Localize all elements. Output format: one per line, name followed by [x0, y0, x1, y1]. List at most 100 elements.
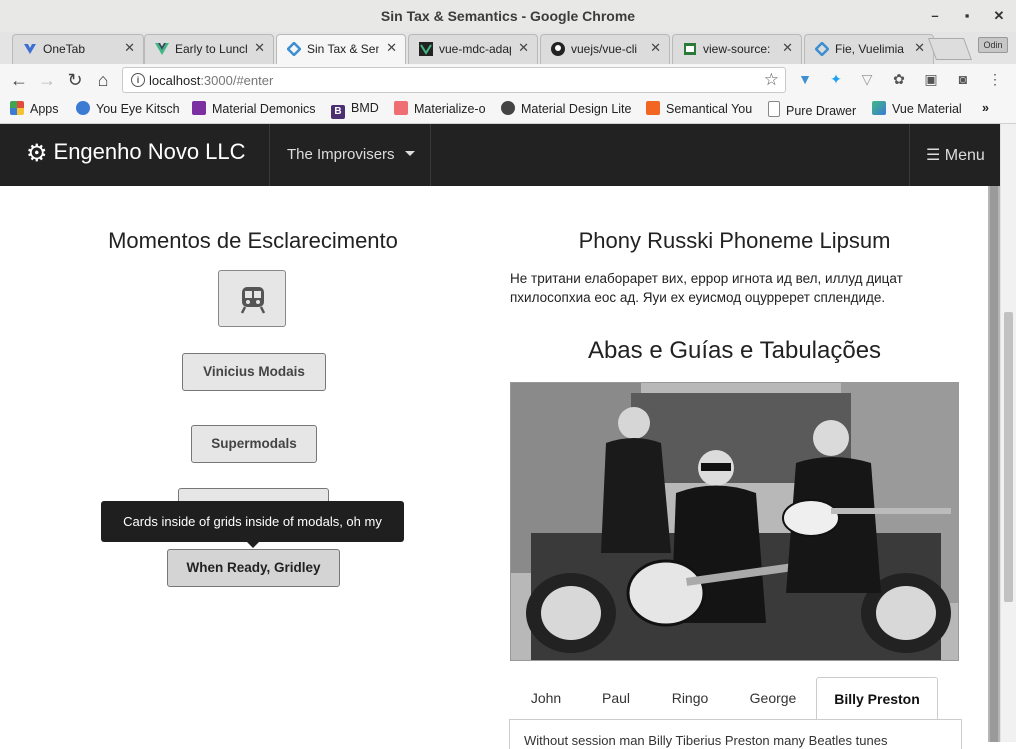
- menu-button[interactable]: ☰ Menu: [926, 145, 985, 165]
- close-tab-icon[interactable]: ✕: [650, 40, 661, 56]
- tab-john[interactable]: John: [510, 677, 582, 719]
- bookmark-label: Material Demonics: [212, 102, 316, 116]
- bookmark-label: You Eye Kitsch: [96, 102, 180, 116]
- forward-arrow-icon[interactable]: →: [36, 70, 58, 90]
- tab-ringo[interactable]: Ringo: [652, 677, 728, 719]
- bookmark-label: Vue Material: [892, 102, 962, 116]
- tabs-heading: Abas e Guías e Tabulações: [587, 337, 882, 364]
- close-tab-icon[interactable]: ✕: [386, 40, 397, 56]
- tab-paul[interactable]: Paul: [582, 677, 650, 719]
- page-icon: [683, 42, 697, 56]
- new-tab-button[interactable]: [927, 38, 973, 60]
- bookmark-label: Pure Drawer: [786, 104, 857, 118]
- browser-tab[interactable]: OneTab ✕: [12, 34, 144, 64]
- dropdown-label: The Improvisers: [287, 146, 395, 163]
- semantic-ui-icon: [646, 101, 660, 115]
- when-ready-gridley-button[interactable]: When Ready, Gridley: [167, 549, 340, 587]
- tab-label: vuejs/vue-cli: [571, 42, 638, 56]
- window-titlebar: Sin Tax & Semantics - Google Chrome – ▪ …: [0, 0, 1016, 33]
- brand[interactable]: ⚙ Engenho Novo LLC: [26, 139, 246, 168]
- nav-divider: [909, 124, 910, 186]
- bookmark-item[interactable]: Pure Drawer: [768, 101, 856, 118]
- browser-tab[interactable]: Fie, Vuelimia ✕: [804, 34, 934, 64]
- member-tabs: John Paul Ringo George Billy Preston: [510, 677, 962, 719]
- reload-icon[interactable]: ↻: [64, 70, 86, 90]
- vue-icon: [155, 42, 169, 56]
- profile-badge[interactable]: Odin: [978, 37, 1008, 53]
- bookmark-apps[interactable]: Apps: [10, 101, 59, 116]
- nav-dropdown[interactable]: The Improvisers: [287, 146, 415, 163]
- tab-panel: Without session man Billy Tiberius Prest…: [509, 719, 962, 749]
- bookmark-item[interactable]: Materialize-o: [394, 101, 486, 116]
- browser-tab[interactable]: vuejs/vue-cli ✕: [540, 34, 670, 64]
- apps-grid-icon: [10, 101, 24, 115]
- brand-name: Engenho Novo LLC: [53, 139, 246, 164]
- bookmark-item[interactable]: B BMD: [331, 101, 379, 119]
- home-icon[interactable]: ⌂: [92, 70, 114, 90]
- back-arrow-icon[interactable]: ←: [8, 70, 30, 90]
- twitter-icon[interactable]: ✦: [827, 70, 845, 88]
- address-bar[interactable]: i localhost:3000/#enter ☆: [122, 67, 786, 93]
- bookmark-item[interactable]: You Eye Kitsch: [76, 101, 180, 116]
- vue-diamond-icon: [286, 41, 302, 57]
- browser-toolbar: ← → ↻ ⌂ i localhost:3000/#enter ☆ ▼ ✦ ▽ …: [0, 64, 1016, 96]
- address-url: localhost:3000/#enter: [149, 73, 273, 88]
- gears-icon: ⚙: [26, 140, 48, 167]
- train-icon: [240, 287, 266, 314]
- tab-panel-text: Without session man Billy Tiberius Prest…: [524, 733, 888, 748]
- browser-tab[interactable]: view-source: ✕: [672, 34, 802, 64]
- browser-tab[interactable]: vue-mdc-adapter ✕: [408, 34, 538, 64]
- chrome-menu-icon[interactable]: ⋮: [986, 70, 1004, 88]
- hamburger-icon: ☰: [926, 147, 941, 164]
- nav-divider: [269, 124, 270, 186]
- vuetify-icon[interactable]: ▽: [858, 70, 876, 88]
- screenshot-icon[interactable]: ▣: [922, 70, 940, 88]
- close-tab-icon[interactable]: ✕: [782, 40, 793, 56]
- mdl-icon: [501, 101, 515, 115]
- left-heading: Momentos de Esclarecimento: [108, 228, 398, 253]
- bookmark-item[interactable]: Semantical You: [646, 101, 752, 116]
- bookmark-item[interactable]: Vue Material: [872, 101, 962, 116]
- palette-icon[interactable]: ✿: [890, 70, 908, 88]
- menu-label: Menu: [944, 147, 985, 164]
- close-tab-icon[interactable]: ✕: [518, 40, 529, 56]
- bookmark-item[interactable]: Material Design Lite: [501, 101, 631, 116]
- close-tab-icon[interactable]: ✕: [914, 40, 925, 56]
- address-path: :3000/#enter: [200, 73, 274, 88]
- tooltip-arrow: [247, 542, 259, 548]
- extension-icon[interactable]: ◙: [954, 70, 972, 88]
- bookmark-star-icon[interactable]: ☆: [764, 70, 779, 90]
- bookmarks-bar: Apps You Eye Kitsch Material Demonics BB…: [0, 96, 1016, 124]
- band-photo-image: [511, 383, 958, 660]
- close-tab-icon[interactable]: ✕: [254, 40, 265, 56]
- close-tab-icon[interactable]: ✕: [124, 40, 135, 56]
- scrollbar[interactable]: [1000, 124, 1016, 742]
- vinicius-modais-button[interactable]: Vinicius Modais: [182, 353, 326, 391]
- tab-billy-preston[interactable]: Billy Preston: [816, 677, 938, 719]
- info-icon[interactable]: i: [131, 73, 145, 87]
- browser-tab-active[interactable]: Sin Tax & Semantics ✕: [276, 34, 406, 64]
- tab-label: Fie, Vuelimia: [835, 42, 904, 56]
- vue-diamond-icon: [814, 41, 830, 57]
- onetab-icon: [23, 42, 37, 56]
- tab-label: vue-mdc-adapter: [439, 42, 511, 56]
- content-edge-shadow: [988, 186, 1000, 742]
- materialize-icon: [394, 101, 408, 115]
- vue-devtools-icon[interactable]: ▼: [796, 70, 814, 88]
- reload-bookmark-icon: [76, 101, 90, 115]
- bookmarks-overflow-icon[interactable]: »: [982, 101, 989, 115]
- material-icon: [192, 101, 206, 115]
- vue-material-icon: [872, 101, 886, 115]
- browser-tab[interactable]: Early to Lunch ✕: [144, 34, 274, 64]
- supermodals-button[interactable]: Supermodals: [191, 425, 317, 463]
- minimize-button[interactable]: –: [926, 7, 944, 25]
- bookmark-item[interactable]: Material Demonics: [192, 101, 316, 116]
- scrollbar-thumb[interactable]: [1004, 312, 1013, 602]
- maximize-button[interactable]: ▪: [958, 7, 976, 25]
- train-button[interactable]: [218, 270, 286, 327]
- bookmark-label: Semantical You: [666, 102, 753, 116]
- close-window-button[interactable]: ✕: [990, 7, 1008, 25]
- caret-down-icon: [404, 151, 415, 156]
- tab-george[interactable]: George: [730, 677, 816, 719]
- bookmark-label: BMD: [351, 101, 379, 115]
